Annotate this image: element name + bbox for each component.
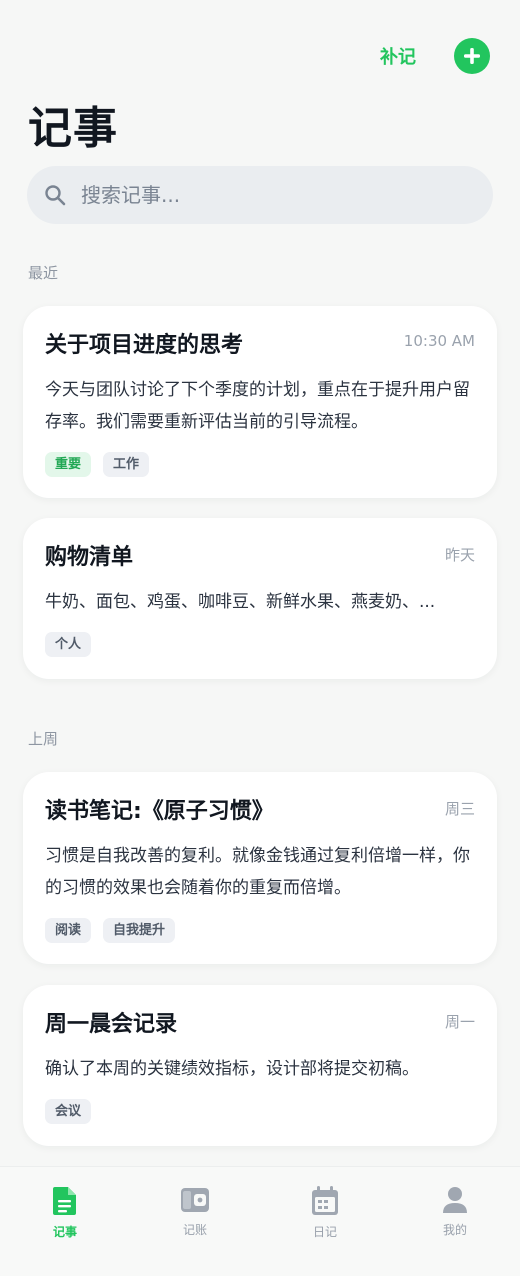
search-input[interactable]	[81, 183, 461, 207]
notes-screen: 补记 记事 最近 关于项目进度的思考 10:30 AM 今天与团队讨论了下个季度…	[0, 0, 520, 1276]
note-time: 10:30 AM	[403, 332, 475, 350]
tag-list: 阅读 自我提升	[45, 918, 475, 943]
note-card[interactable]: 关于项目进度的思考 10:30 AM 今天与团队讨论了下个季度的计划，重点在于提…	[23, 306, 497, 498]
note-time: 周一	[444, 1013, 475, 1031]
note-title: 关于项目进度的思考	[45, 333, 244, 358]
note-body: 今天与团队讨论了下个季度的计划，重点在于提升用户留存率。我们需要重新评估当前的引…	[45, 380, 470, 432]
tag[interactable]: 工作	[103, 452, 150, 477]
note-card[interactable]: 购物清单 昨天 牛奶、面包、鸡蛋、咖啡豆、新鲜水果、燕麦奶、... 个人	[23, 518, 497, 679]
nav-item-profile[interactable]: 我的	[405, 1185, 505, 1276]
bottom-nav: 记事 记账 日记 我的	[0, 1166, 520, 1276]
person-icon	[443, 1187, 467, 1213]
wallet-icon	[181, 1188, 209, 1212]
section-label-recent: 最近	[28, 264, 59, 282]
tag[interactable]: 个人	[45, 632, 92, 657]
nav-item-diary[interactable]: 日记	[275, 1185, 375, 1276]
note-title: 购物清单	[45, 545, 134, 570]
document-icon	[53, 1187, 76, 1215]
note-body: 习惯是自我改善的复利。就像金钱通过复利倍增一样，你的习惯的效果也会随着你的重复而…	[45, 846, 470, 898]
plus-icon	[464, 48, 480, 64]
note-body: 确认了本周的关键绩效指标，设计部将提交初稿。	[45, 1059, 419, 1079]
page-title: 记事	[28, 103, 118, 154]
section-label-last-week: 上周	[28, 730, 59, 748]
note-body: 牛奶、面包、鸡蛋、咖啡豆、新鲜水果、燕麦奶、...	[45, 592, 436, 612]
tag[interactable]: 阅读	[45, 918, 92, 943]
note-card[interactable]: 读书笔记:《原子习惯》 周三 习惯是自我改善的复利。就像金钱通过复利倍增一样，你…	[23, 772, 497, 964]
tag[interactable]: 会议	[45, 1099, 92, 1124]
calendar-icon	[312, 1186, 338, 1215]
supplement-button[interactable]: 补记	[380, 43, 416, 69]
search-icon	[45, 185, 66, 206]
tag[interactable]: 自我提升	[103, 918, 176, 943]
note-time: 周三	[444, 800, 475, 818]
tag-list: 会议	[45, 1099, 475, 1124]
search-bar[interactable]	[27, 166, 493, 224]
tag[interactable]: 重要	[45, 452, 92, 477]
add-note-button[interactable]	[454, 38, 490, 74]
tag-list: 个人	[45, 632, 475, 657]
tag-list: 重要 工作	[45, 452, 475, 477]
nav-label: 日记	[312, 1225, 337, 1239]
note-title: 读书笔记:《原子习惯》	[45, 799, 274, 824]
note-time: 昨天	[444, 546, 475, 564]
top-bar: 补记	[380, 38, 490, 74]
nav-item-accounting[interactable]: 记账	[145, 1185, 245, 1276]
note-title: 周一晨会记录	[45, 1012, 178, 1037]
nav-label: 我的	[442, 1223, 467, 1237]
nav-item-notes[interactable]: 记事	[15, 1185, 115, 1276]
note-card[interactable]: 周一晨会记录 周一 确认了本周的关键绩效指标，设计部将提交初稿。 会议	[23, 985, 497, 1146]
nav-label: 记事	[52, 1225, 77, 1239]
nav-label: 记账	[182, 1223, 207, 1237]
